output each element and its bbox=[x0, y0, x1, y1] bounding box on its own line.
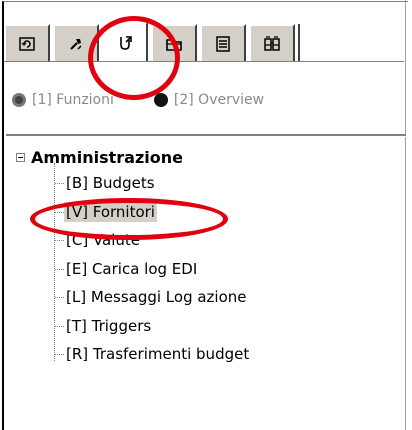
tree-item-fornitori[interactable]: [V] Fornitori bbox=[50, 198, 251, 227]
radio-unchecked-icon[interactable] bbox=[153, 93, 168, 107]
refresh-icon bbox=[19, 36, 35, 51]
tree-item-budgets[interactable]: [B] Budgets bbox=[50, 169, 251, 198]
radio-checked-icon[interactable] bbox=[12, 93, 26, 107]
view-selector: [1] Funzioni [2] Overview bbox=[12, 92, 264, 108]
tab-search[interactable] bbox=[249, 24, 295, 62]
tree-item-messaggi-log-azione[interactable]: [L] Messaggi Log azione bbox=[50, 283, 251, 312]
collapse-icon[interactable] bbox=[16, 152, 25, 162]
tree-item-label: [V] Fornitori bbox=[64, 201, 157, 222]
radio-label: [2] Overview bbox=[173, 92, 265, 108]
tools-icon bbox=[70, 38, 82, 50]
tree-children: [B] Budgets [V] Fornitori [C] Valute [E]… bbox=[50, 163, 251, 369]
toolbar-end bbox=[298, 24, 308, 62]
tree-item-label: [L] Messaggi Log azione bbox=[66, 288, 247, 307]
radio-label: [1] Funzioni bbox=[32, 92, 114, 108]
tree-item-label: [E] Carica log EDI bbox=[66, 259, 198, 278]
divider bbox=[6, 134, 406, 137]
tree-item-label: [B] Budgets bbox=[66, 174, 155, 193]
tree-item-label: [T] Triggers bbox=[66, 316, 152, 335]
tree-item-triggers[interactable]: [T] Triggers bbox=[50, 312, 251, 341]
binoculars-icon bbox=[264, 35, 280, 51]
folder-icon bbox=[166, 38, 182, 51]
radio-funzioni[interactable]: [1] Funzioni bbox=[12, 92, 114, 108]
toolbar-divider bbox=[4, 61, 404, 62]
tab-folder[interactable] bbox=[151, 24, 197, 62]
tree-item-label: [C] Valute bbox=[66, 231, 141, 250]
function-tree: Amministrazione [B] Budgets [V] Fornitor… bbox=[16, 145, 251, 369]
tab-pointer[interactable] bbox=[102, 22, 148, 62]
tree-root[interactable]: Amministrazione bbox=[16, 145, 251, 169]
tree-item-trasferimenti-budget[interactable]: [R] Trasferimenti budget bbox=[50, 340, 251, 369]
tree-item-valute[interactable]: [C] Valute bbox=[50, 226, 251, 255]
toolbar bbox=[4, 22, 334, 62]
list-icon bbox=[216, 35, 230, 52]
tab-refresh[interactable] bbox=[4, 24, 50, 62]
tree-item-label: [R] Trasferimenti budget bbox=[66, 345, 250, 364]
cursor-arrow-icon bbox=[120, 36, 132, 50]
tab-tools[interactable] bbox=[53, 24, 99, 62]
tree-item-carica-log-edi[interactable]: [E] Carica log EDI bbox=[50, 255, 251, 284]
radio-overview[interactable]: [2] Overview bbox=[153, 92, 265, 108]
panel-border bbox=[405, 0, 406, 430]
tab-list[interactable] bbox=[200, 24, 246, 62]
